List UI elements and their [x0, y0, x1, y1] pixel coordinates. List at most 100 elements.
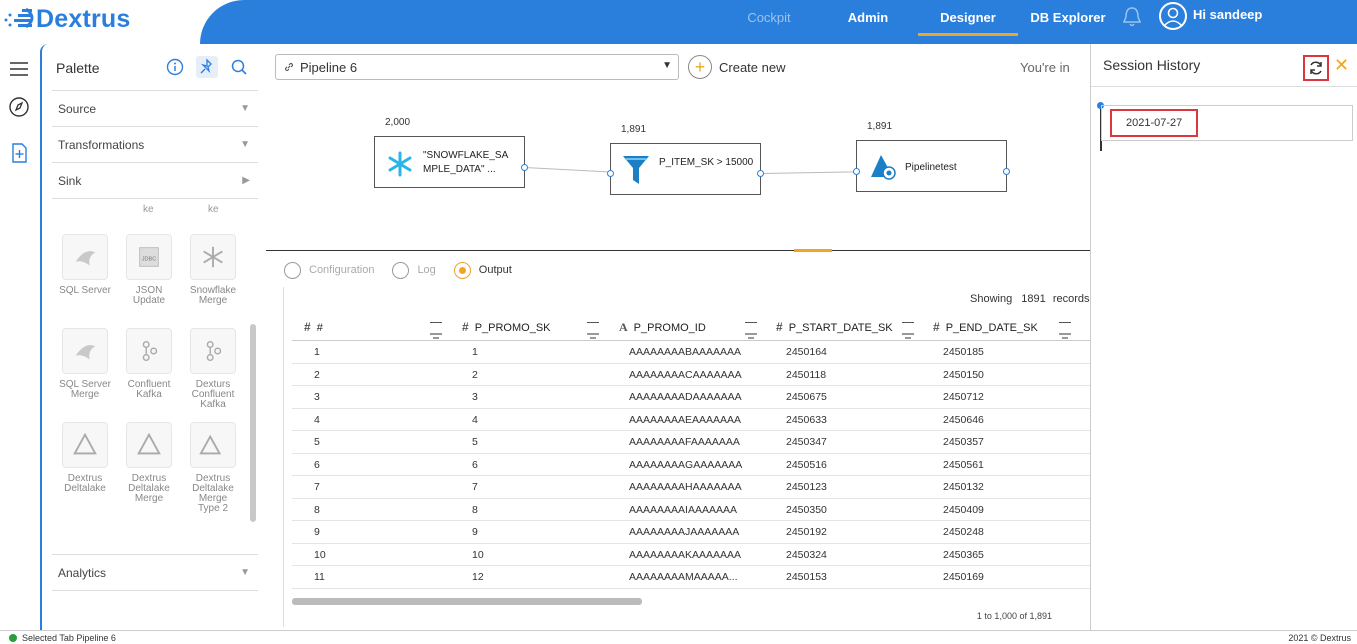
- nav-admin[interactable]: Admin: [838, 0, 898, 36]
- tile-dextrus-deltalake[interactable]: Dextrus Deltalake: [59, 422, 111, 494]
- table-row[interactable]: 9 9 AAAAAAAAJAAAAAAA 2450192 2450248: [292, 521, 1091, 544]
- table-cell: AAAAAAAACAAAAAAA: [629, 368, 742, 381]
- tile-label: SQL Server: [59, 285, 111, 296]
- flow-node-source[interactable]: 2,000 "SNOWFLAKE_SA MPLE_DATA" ...: [374, 117, 528, 188]
- info-icon[interactable]: [166, 58, 184, 76]
- tab-output[interactable]: Output: [453, 261, 512, 279]
- tile-sql-server[interactable]: SQL Server: [59, 234, 111, 296]
- table-cell: 2450347: [786, 436, 827, 448]
- table-cell: 2450357: [943, 436, 984, 448]
- tab-configuration[interactable]: Configuration: [284, 261, 375, 279]
- add-pipeline-icon[interactable]: [8, 142, 30, 164]
- showing-records: Showing 1891 records: [970, 293, 1090, 305]
- node-count: 1,891: [621, 124, 647, 135]
- nav-designer[interactable]: Designer: [918, 0, 1018, 36]
- nav-db-explorer[interactable]: DB Explorer: [1030, 0, 1106, 36]
- table-cell: 3: [314, 391, 320, 403]
- section-analytics[interactable]: Analytics ▼: [52, 554, 258, 590]
- refresh-button[interactable]: [1303, 55, 1329, 81]
- column-header[interactable]: # #: [304, 313, 452, 341]
- flow-connector: [761, 171, 855, 174]
- palette-title: Palette: [56, 60, 100, 76]
- section-sink[interactable]: Sink ▶: [52, 162, 258, 198]
- tab-log[interactable]: Log: [392, 261, 436, 279]
- tile-dextrus-deltalake-merge-type2[interactable]: Dextrus Deltalake Merge Type 2: [187, 422, 239, 514]
- chevron-down-icon: ▼: [240, 103, 250, 114]
- search-icon[interactable]: [230, 58, 248, 76]
- table-row[interactable]: 2 2 AAAAAAAACAAAAAAA 2450118 2450150: [292, 364, 1091, 386]
- dextrus-deltalake-merge-icon: [126, 422, 172, 468]
- table-row[interactable]: 11 12 AAAAAAAAMAAAAA... 2450153 2450169: [292, 566, 1091, 589]
- grid-header: # # # P_PROMO_SK A P_PROMO_ID # P_START_DATE…: [292, 313, 1091, 341]
- confluent-kafka-icon: [126, 328, 172, 374]
- table-row[interactable]: 1 1 AAAAAAAABAAAAAAA 2450164 2450185: [292, 341, 1091, 364]
- tile-confluent-kafka[interactable]: Confluent Kafka: [123, 328, 175, 400]
- horizontal-scrollbar[interactable]: [292, 598, 642, 605]
- table-cell: AAAAAAAAEAAAAAAA: [629, 413, 742, 426]
- tile-label: JSON Update: [132, 285, 166, 306]
- menu-icon[interactable]: [8, 58, 30, 80]
- table-cell: 2450350: [786, 503, 827, 516]
- table-row[interactable]: 8 8 AAAAAAAAIAAAAAAA 2450350 2450409: [292, 499, 1091, 521]
- table-row[interactable]: 4 4 AAAAAAAAEAAAAAAA 2450633 2450646: [292, 409, 1091, 431]
- tile-label: Dextrus Deltalake Merge: [128, 473, 170, 504]
- pin-button[interactable]: [196, 56, 218, 78]
- top-bar: Dextrus Cockpit Admin Designer DB Explor…: [0, 0, 1357, 44]
- node-out-port[interactable]: [757, 170, 764, 177]
- table-row[interactable]: 7 7 AAAAAAAAHAAAAAAA 2450123 2450132: [292, 476, 1091, 499]
- column-header[interactable]: # P_END_DATE_SK: [933, 313, 1073, 341]
- filter-icon[interactable]: [1059, 322, 1071, 339]
- table-row[interactable]: 5 5 AAAAAAAAFAAAAAAA 2450347 2450357: [292, 431, 1091, 454]
- user-greeting[interactable]: Hi sandeep: [1193, 0, 1262, 30]
- close-icon[interactable]: ✕: [1334, 55, 1349, 76]
- palette-scrollbar[interactable]: [250, 324, 256, 522]
- column-header[interactable]: # P_PROMO_SK: [462, 313, 602, 341]
- radio-icon: [284, 261, 301, 279]
- create-new-button[interactable]: + Create new: [688, 54, 785, 80]
- resize-handle[interactable]: [794, 249, 832, 252]
- bell-icon[interactable]: [1122, 6, 1142, 28]
- user-avatar-icon[interactable]: [1159, 2, 1187, 30]
- compass-icon[interactable]: [8, 96, 30, 118]
- table-cell: 2450164: [786, 346, 827, 358]
- tile-label: Snowflake Merge: [189, 285, 237, 306]
- session-history-panel: Session History ✕ 2021-07-27: [1090, 44, 1357, 630]
- table-row[interactable]: 10 10 AAAAAAAAKAAAAAAA 2450324 2450365: [292, 544, 1091, 566]
- dextrus-deltalake-icon: [62, 422, 108, 468]
- filter-icon[interactable]: [587, 322, 599, 339]
- table-cell: AAAAAAAAJAAAAAAA: [629, 526, 740, 538]
- node-in-port[interactable]: [607, 170, 614, 177]
- tile-snowflake-merge[interactable]: Snowflake Merge: [187, 234, 239, 306]
- filter-icon[interactable]: [745, 322, 757, 339]
- node-out-port[interactable]: [1003, 168, 1010, 175]
- table-row[interactable]: 3 3 AAAAAAAADAAAAAAA 2450675 2450712: [292, 386, 1091, 409]
- filter-icon[interactable]: [902, 322, 914, 339]
- showing-suffix: records: [1052, 293, 1090, 305]
- node-out-port[interactable]: [521, 164, 528, 171]
- table-row[interactable]: 6 6 AAAAAAAAGAAAAAAA 2450516 2450561: [292, 454, 1091, 476]
- table-cell: 6: [314, 458, 320, 471]
- session-item[interactable]: 2021-07-27: [1101, 105, 1353, 141]
- tile-json-update[interactable]: JDBC JSON Update: [123, 234, 175, 306]
- pipeline-select[interactable]: Pipeline 6 ▼: [275, 54, 679, 80]
- column-header[interactable]: # P_START_DATE_SK: [776, 313, 916, 341]
- table-cell: 2450150: [943, 368, 984, 381]
- filter-icon: [623, 156, 649, 184]
- filter-icon[interactable]: [430, 322, 442, 339]
- radio-icon: [453, 261, 471, 279]
- nav-cockpit[interactable]: Cockpit: [738, 0, 800, 36]
- flow-node-sink[interactable]: 1,891 Pipelinetest: [853, 121, 1010, 192]
- column-header[interactable]: A P_PROMO_ID: [619, 313, 759, 341]
- tab-label: Configuration: [309, 264, 375, 276]
- brand-logo[interactable]: Dextrus: [4, 4, 131, 34]
- tile-sql-server-merge[interactable]: SQL Server Merge: [59, 328, 111, 400]
- session-date[interactable]: 2021-07-27: [1110, 109, 1199, 137]
- flow-node-filter[interactable]: 1,891 P_ITEM_SK > 15000: [607, 124, 764, 195]
- node-in-port[interactable]: [853, 168, 860, 175]
- tile-dextrus-deltalake-merge[interactable]: Dextrus Deltalake Merge: [123, 422, 175, 504]
- copyright-text: 2021 © Dextrus: [1288, 633, 1351, 643]
- table-cell: 2450324: [786, 548, 827, 561]
- section-transformations[interactable]: Transformations ▼: [52, 126, 258, 162]
- tile-dexturs-confluent-kafka[interactable]: Dexturs Confluent Kafka: [187, 328, 239, 410]
- section-source[interactable]: Source ▼: [52, 90, 258, 126]
